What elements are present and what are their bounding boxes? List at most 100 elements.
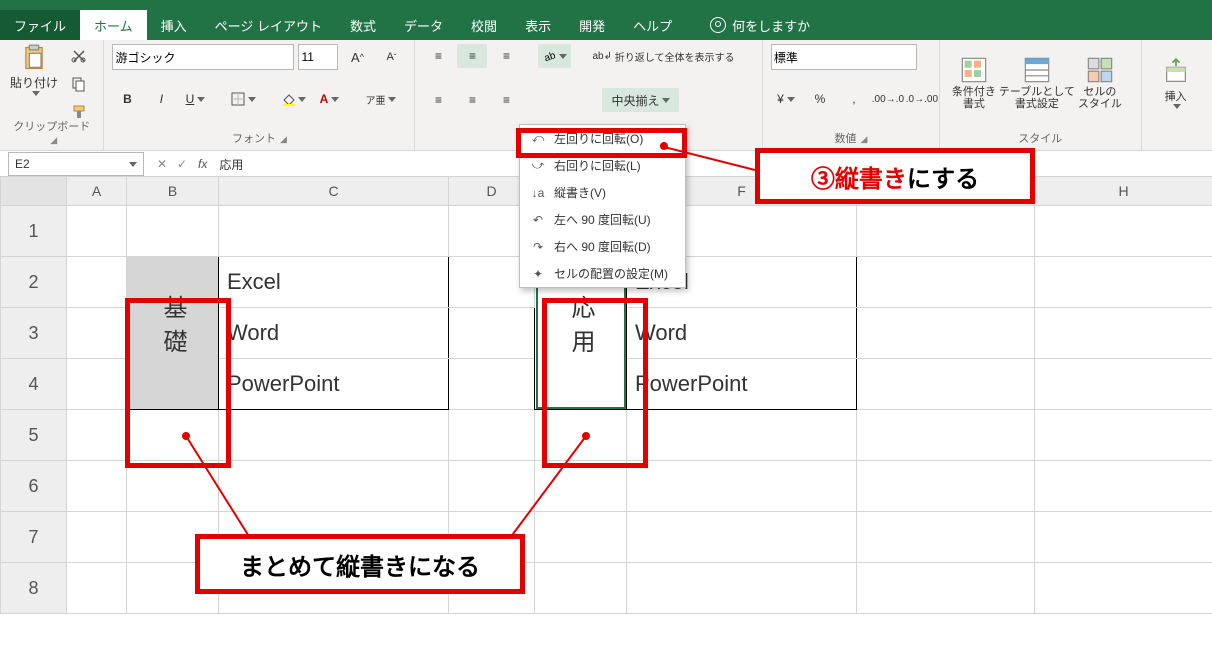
row-header-5[interactable]: 5 [1, 410, 67, 461]
row-header-8[interactable]: 8 [1, 563, 67, 614]
tab-file[interactable]: ファイル [0, 10, 80, 40]
cell-C4[interactable]: PowerPoint [219, 359, 449, 410]
angle-cw-icon: ⤻ [530, 158, 546, 174]
menu-alignment-settings[interactable]: ✦セルの配置の設定(M) [520, 260, 685, 287]
menu-rotate-up[interactable]: ↶左へ 90 度回転(U) [520, 206, 685, 233]
cell-C4-value: PowerPoint [219, 367, 448, 401]
merge-center-button[interactable]: 中央揃え [602, 88, 679, 112]
wrap-icon: ab↲ [592, 51, 612, 62]
select-all-corner[interactable] [1, 177, 67, 206]
ribbon-tabs: ファイル ホーム 挿入 ページ レイアウト 数式 データ 校閲 表示 開発 ヘル… [0, 10, 1212, 40]
menu-vert-label: 縦書き(V) [554, 184, 606, 201]
number-format-combo[interactable] [771, 44, 917, 70]
annotation-highlight-E [542, 298, 648, 468]
underline-button[interactable]: U [180, 87, 210, 111]
cond-format-icon [960, 56, 988, 84]
format-as-table-button[interactable]: テーブルとして 書式設定 [1004, 56, 1070, 110]
dialog-launcher-icon[interactable]: ◢ [280, 134, 287, 144]
svg-text:ab: ab [543, 50, 556, 63]
tab-view[interactable]: 表示 [511, 10, 565, 40]
confirm-entry-button[interactable]: ✓ [172, 157, 192, 171]
dialog-launcher-icon[interactable]: ◢ [860, 134, 867, 144]
titlebar [0, 0, 1212, 10]
copy-button[interactable] [64, 72, 94, 96]
merge-center-label: 中央揃え [611, 92, 659, 109]
menu-rotate-down[interactable]: ↷右へ 90 度回転(D) [520, 233, 685, 260]
increase-decimal-button[interactable]: .00→.0 [873, 87, 903, 111]
bold-button[interactable]: B [112, 87, 142, 111]
cell-F4[interactable]: PowerPoint [627, 359, 857, 410]
increase-font-button[interactable]: A^ [342, 45, 372, 69]
col-header-A[interactable]: A [67, 177, 127, 206]
formula-text[interactable]: 応用 [213, 156, 1212, 173]
orientation-button[interactable]: ab [538, 44, 571, 68]
italic-button[interactable]: I [146, 87, 176, 111]
phonetic-button[interactable]: ア亜 [361, 87, 400, 111]
cell-F3-value: Word [627, 316, 856, 350]
row-header-1[interactable]: 1 [1, 206, 67, 257]
group-clipboard: 貼り付け クリップボード◢ [0, 40, 104, 150]
chevron-down-icon [1173, 104, 1181, 109]
cell-C2[interactable]: Excel [219, 257, 449, 308]
dialog-launcher-icon[interactable]: ◢ [50, 135, 57, 145]
name-box[interactable]: E2 [8, 152, 144, 176]
tell-me-label: 何をしますか [732, 16, 810, 35]
col-header-H[interactable]: H [1035, 177, 1212, 206]
row-header-4[interactable]: 4 [1, 359, 67, 410]
accounting-format-button[interactable]: ¥ [771, 87, 801, 111]
row-header-7[interactable]: 7 [1, 512, 67, 563]
insert-cells-icon [1162, 58, 1190, 86]
row-header-3[interactable]: 3 [1, 308, 67, 359]
font-name-combo[interactable] [112, 44, 294, 70]
cell-styles-button[interactable]: セルの スタイル [1074, 56, 1126, 110]
tab-pagelayout[interactable]: ページ レイアウト [201, 10, 336, 40]
cell-C3-value: Word [219, 316, 448, 350]
insert-cells-button[interactable]: 挿入 [1150, 58, 1202, 109]
orientation-icon: ab [542, 49, 556, 63]
col-header-B[interactable]: B [127, 177, 219, 206]
align-bottom-button[interactable]: ≡ [491, 44, 521, 68]
align-middle-button[interactable]: ≡ [457, 44, 487, 68]
cell-F3[interactable]: Word [627, 308, 857, 359]
paste-button[interactable]: 貼り付け [8, 44, 60, 96]
row-header-2[interactable]: 2 [1, 257, 67, 308]
tab-home[interactable]: ホーム [80, 10, 147, 40]
borders-button[interactable] [227, 87, 260, 111]
font-size-combo[interactable] [298, 44, 338, 70]
menu-vertical-text[interactable]: ↓a縦書き(V) [520, 179, 685, 206]
callout-result-label: まとめて縦書きになる [240, 547, 480, 582]
align-top-button[interactable]: ≡ [423, 44, 453, 68]
table-format-icon [1023, 56, 1051, 84]
tab-review[interactable]: 校閲 [457, 10, 511, 40]
tab-help[interactable]: ヘルプ [619, 10, 686, 40]
menu-cw-label: 右回りに回転(L) [554, 157, 641, 174]
cancel-entry-button[interactable]: ✕ [152, 157, 172, 171]
col-header-C[interactable]: C [219, 177, 449, 206]
annotation-highlight-B [125, 298, 231, 468]
wrap-text-button[interactable]: ab↲ 折り返して全体を表示する [588, 44, 738, 68]
conditional-formatting-button[interactable]: 条件付き 書式 [948, 56, 1000, 110]
decrease-font-button[interactable]: Aˇ [376, 45, 406, 69]
align-center-button[interactable]: ≡ [457, 88, 487, 112]
tab-insert[interactable]: 挿入 [147, 10, 201, 40]
fill-color-button[interactable] [277, 87, 310, 111]
group-font: A^ Aˇ B I U A ア亜 フォント◢ [104, 40, 415, 150]
tell-me[interactable]: 何をしますか [696, 10, 824, 40]
percent-button[interactable]: % [805, 87, 835, 111]
chevron-down-icon [662, 98, 670, 103]
cell-style-label: セルの スタイル [1078, 86, 1122, 110]
align-right-button[interactable]: ≡ [491, 88, 521, 112]
cut-button[interactable] [64, 44, 94, 68]
chevron-down-icon [331, 97, 339, 102]
row-header-6[interactable]: 6 [1, 461, 67, 512]
tab-data[interactable]: データ [390, 10, 457, 40]
comma-button[interactable]: , [839, 87, 869, 111]
decrease-decimal-button[interactable]: .0→.00 [907, 87, 937, 111]
fx-icon[interactable]: fx [198, 157, 207, 171]
tab-developer[interactable]: 開発 [565, 10, 619, 40]
chevron-down-icon [388, 97, 396, 102]
align-left-button[interactable]: ≡ [423, 88, 453, 112]
tab-formulas[interactable]: 数式 [336, 10, 390, 40]
font-color-button[interactable]: A [314, 87, 344, 111]
cell-C3[interactable]: Word [219, 308, 449, 359]
